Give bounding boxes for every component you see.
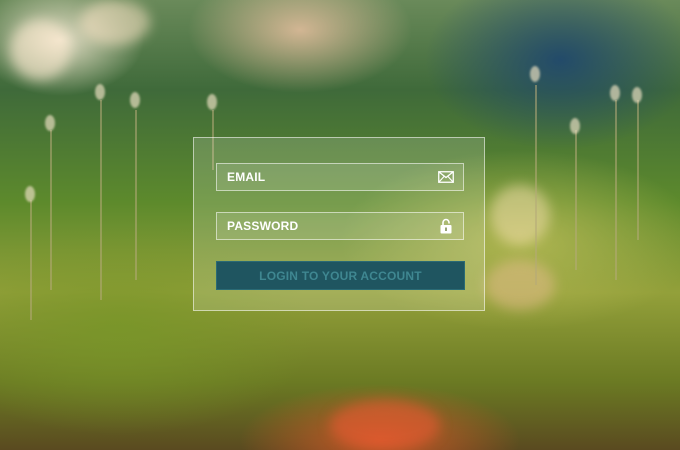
- email-input[interactable]: [227, 170, 437, 184]
- grass-stem: [615, 100, 617, 280]
- grass-stem: [575, 130, 577, 270]
- lock-icon: [437, 217, 455, 235]
- seed-head: [207, 94, 217, 110]
- seed-head: [25, 186, 35, 202]
- bokeh-light: [485, 260, 555, 310]
- bokeh-light: [330, 400, 440, 450]
- seed-head: [95, 84, 105, 100]
- grass-stem: [30, 200, 32, 320]
- grass-stem: [535, 85, 537, 285]
- bokeh-light: [80, 0, 150, 45]
- seed-head: [130, 92, 140, 108]
- password-input[interactable]: [227, 219, 437, 233]
- blurred-grass-background: LOGIN TO YOUR ACCOUNT: [0, 0, 680, 450]
- grass-stem: [100, 100, 102, 300]
- grass-stem: [637, 100, 639, 240]
- grass-stem: [50, 130, 52, 290]
- seed-head: [610, 85, 620, 101]
- seed-head: [570, 118, 580, 134]
- seed-head: [632, 87, 642, 103]
- email-field[interactable]: [216, 163, 464, 191]
- grass-stem: [135, 110, 137, 280]
- login-form: LOGIN TO YOUR ACCOUNT: [193, 137, 485, 311]
- login-button[interactable]: LOGIN TO YOUR ACCOUNT: [216, 261, 465, 290]
- envelope-icon: [437, 168, 455, 186]
- bokeh-light: [10, 20, 70, 80]
- seed-head: [45, 115, 55, 131]
- password-field[interactable]: [216, 212, 464, 240]
- seed-head: [530, 66, 540, 82]
- bokeh-light: [490, 185, 550, 245]
